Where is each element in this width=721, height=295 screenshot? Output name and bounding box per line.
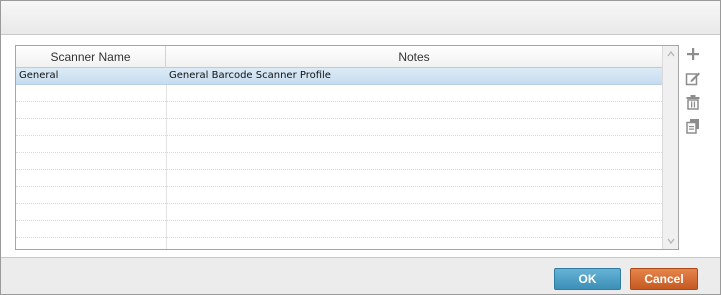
column-header-scanner-name[interactable]: Scanner Name [16, 46, 166, 68]
table-row[interactable] [16, 170, 662, 187]
table-row[interactable] [16, 204, 662, 221]
table-row[interactable] [16, 221, 662, 238]
column-header-notes[interactable]: Notes [166, 46, 662, 68]
table-row[interactable] [16, 136, 662, 153]
table-row[interactable] [16, 238, 662, 249]
dialog-content: Scanner Name Notes General General Barco… [1, 35, 720, 257]
ok-button[interactable]: OK [554, 268, 621, 290]
scanner-grid: Scanner Name Notes General General Barco… [15, 45, 679, 250]
edit-icon[interactable] [685, 70, 701, 86]
table-row[interactable] [16, 102, 662, 119]
add-icon[interactable] [685, 46, 701, 62]
scanner-dialog: Scanner Name Notes General General Barco… [0, 0, 721, 295]
scroll-down-icon[interactable] [666, 236, 676, 246]
dialog-footer: OK Cancel [1, 257, 720, 294]
table-row[interactable] [16, 153, 662, 170]
cell-scanner-name: General [19, 70, 59, 81]
table-row[interactable] [16, 85, 662, 102]
delete-icon[interactable] [685, 94, 701, 110]
grid-body: General General Barcode Scanner Profile [16, 68, 662, 249]
cell-notes: General Barcode Scanner Profile [169, 70, 331, 81]
table-row[interactable] [16, 119, 662, 136]
table-row[interactable]: General General Barcode Scanner Profile [16, 68, 662, 85]
scroll-up-icon[interactable] [666, 49, 676, 59]
vertical-scrollbar[interactable] [662, 46, 678, 249]
copy-icon[interactable] [685, 118, 701, 134]
dialog-titlebar [1, 1, 720, 35]
cancel-button[interactable]: Cancel [630, 268, 698, 290]
grid-header: Scanner Name Notes [16, 46, 662, 68]
table-row[interactable] [16, 187, 662, 204]
